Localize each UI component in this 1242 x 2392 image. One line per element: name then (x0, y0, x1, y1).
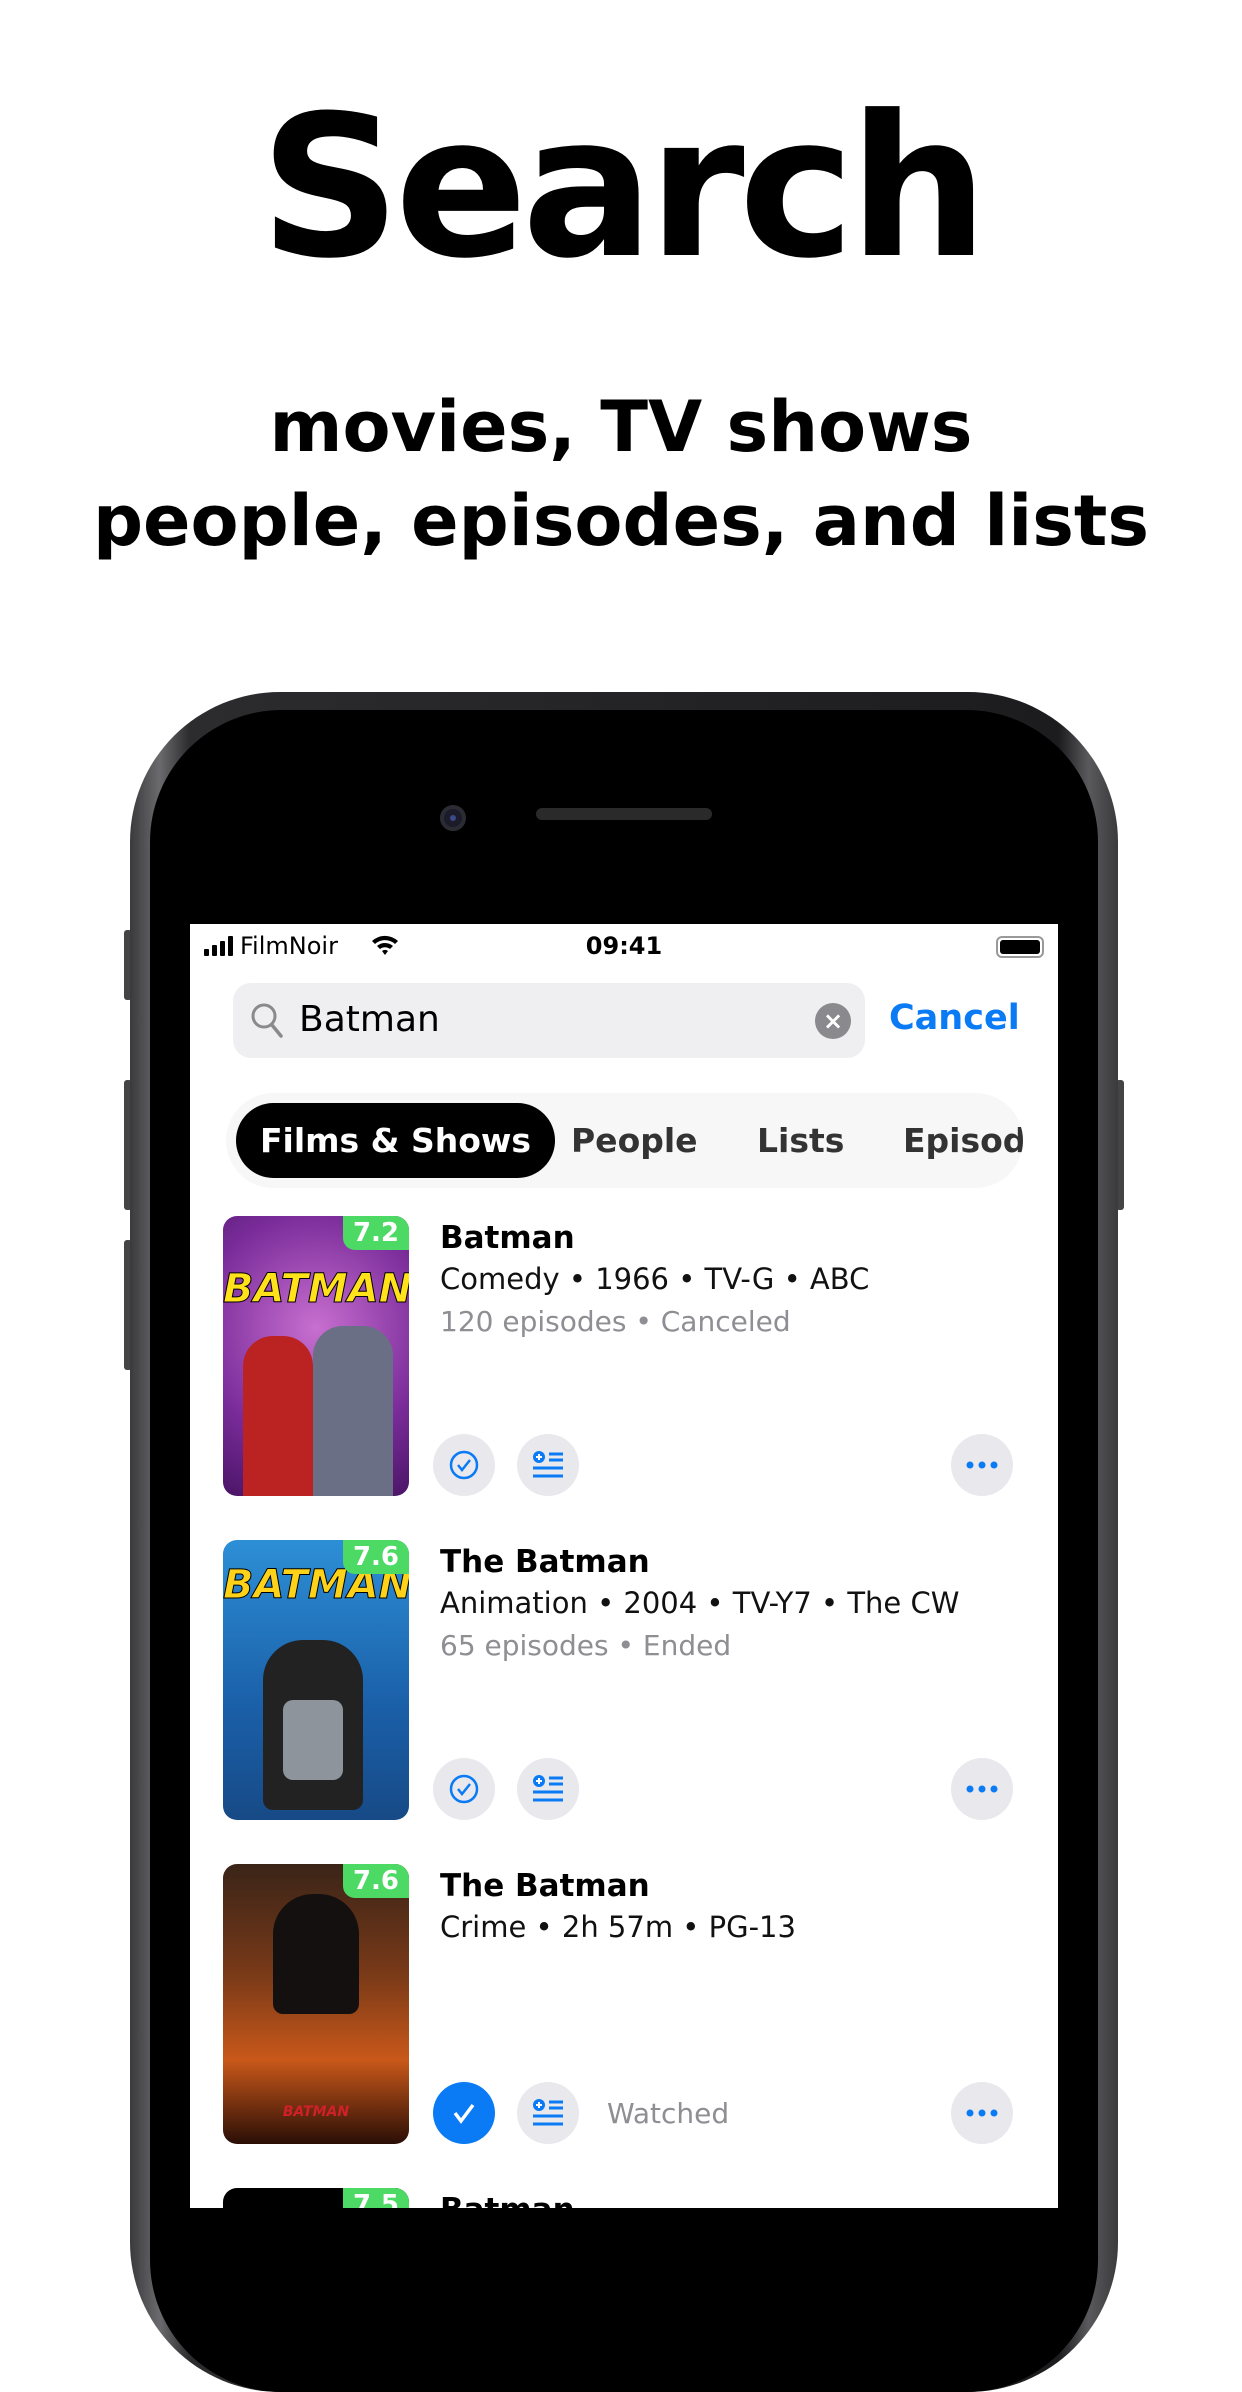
poster-image: BATMAN 7.2 (223, 1216, 409, 1496)
result-title[interactable]: The Batman (440, 1868, 650, 1904)
result-meta: Comedy • 1966 • TV-G • ABC (440, 1262, 870, 1296)
speaker (536, 808, 712, 820)
add-to-list-icon (533, 1451, 563, 1478)
result-title[interactable]: Batman (440, 2192, 575, 2208)
check-circle-icon (449, 1774, 479, 1804)
add-to-list-button[interactable] (517, 1434, 579, 1496)
tab-episodes[interactable]: Episodes (903, 1103, 1023, 1178)
poster-image: 7.5 (223, 2188, 409, 2208)
check-icon (453, 2103, 475, 2124)
clock: 09:41 (585, 932, 663, 960)
tab-lists[interactable]: Lists (757, 1103, 844, 1178)
mark-watched-button[interactable] (433, 1758, 495, 1820)
search-scope-tabs: Films & Shows People Lists Episodes (226, 1093, 1023, 1188)
hero-title: Search (259, 74, 989, 302)
result-title[interactable]: The Batman (440, 1544, 650, 1580)
check-circle-icon (449, 1450, 479, 1480)
subtitle-line: movies, TV shows (269, 386, 973, 468)
result-meta: Animation • 2004 • TV-Y7 • The CW (440, 1586, 960, 1620)
cancel-button[interactable]: Cancel (889, 998, 1020, 1038)
result-details: 120 episodes • Canceled (440, 1305, 791, 1338)
more-icon (966, 2109, 998, 2117)
list-item[interactable]: BATMAN 7.2 Batman Comedy • 1966 • TV-G •… (223, 1216, 1033, 1496)
more-button[interactable] (951, 2082, 1013, 2144)
poster-image: BATMAN 7.6 (223, 1540, 409, 1820)
rating-badge: 7.6 (342, 1540, 409, 1574)
list-item[interactable]: BATMAN 7.6 The Batman Animation • 2004 •… (223, 1540, 1033, 1820)
battery-icon (996, 936, 1044, 958)
search-icon (251, 1003, 283, 1038)
subtitle-line: people, episodes, and lists (92, 480, 1150, 562)
poster-logo: BATMAN (223, 1266, 409, 1313)
clear-icon[interactable]: × (815, 1003, 851, 1039)
more-icon (966, 1461, 998, 1469)
rating-badge: 7.5 (342, 2188, 409, 2208)
add-to-list-button[interactable] (517, 2082, 579, 2144)
status-bar: FilmNoir 09:41 (204, 932, 1044, 962)
list-item[interactable]: BATMAN 7.6 The Batman Crime • 2h 57m • P… (223, 1864, 1033, 2144)
result-title[interactable]: Batman (440, 1220, 575, 1256)
search-field[interactable]: Batman × (233, 983, 865, 1058)
add-to-list-icon (533, 2099, 563, 2126)
more-button[interactable] (951, 1758, 1013, 1820)
result-details: 65 episodes • Ended (440, 1629, 732, 1662)
rating-badge: 7.6 (342, 1864, 409, 1898)
tab-films-shows[interactable]: Films & Shows (236, 1103, 556, 1178)
result-meta: Crime • 2h 57m • PG-13 (440, 1910, 796, 1944)
camera (440, 805, 466, 831)
more-icon (966, 1785, 998, 1793)
mark-watched-button[interactable] (433, 1434, 495, 1496)
tab-people[interactable]: People (571, 1103, 698, 1178)
mark-watched-button[interactable] (433, 2082, 495, 2144)
poster-logo: BATMAN (282, 2104, 350, 2120)
hero-subtitle: movies, TV shows people, episodes, and l… (0, 380, 1242, 568)
poster-image: BATMAN 7.6 (223, 1864, 409, 2144)
app-screen: FilmNoir 09:41 Batman × Cancel Films & S… (190, 924, 1058, 2208)
rating-badge: 7.2 (342, 1216, 409, 1250)
add-to-list-button[interactable] (517, 1758, 579, 1820)
list-item[interactable]: 7.5 Batman (223, 2188, 1033, 2208)
more-button[interactable] (951, 1434, 1013, 1496)
add-to-list-icon (533, 1775, 563, 1802)
search-input[interactable]: Batman (299, 999, 440, 1040)
watched-status: Watched (607, 2097, 730, 2130)
